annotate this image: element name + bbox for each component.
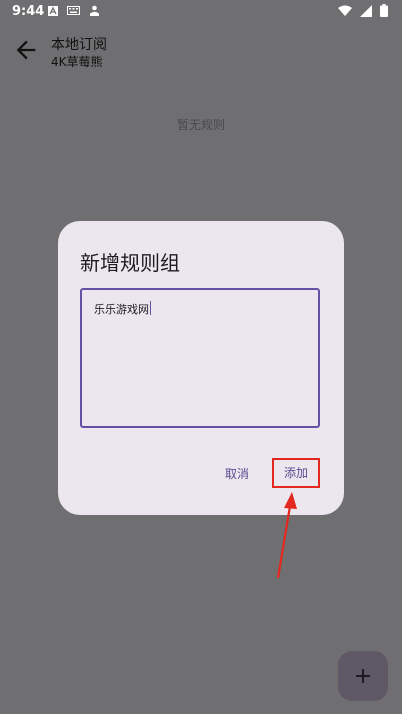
a-icon [48,5,58,16]
page-subtitle: 4K草莓熊 [51,55,103,69]
app-bar: 本地订阅 4K草莓熊 [0,28,402,78]
person-icon [90,5,99,16]
add-rule-group-dialog: 新增规则组 乐乐游戏网 取消 添加 [58,221,344,515]
signal-icon [360,4,372,17]
status-bar: 9:44 [0,0,402,24]
page-title: 本地订阅 [51,37,107,53]
empty-state-text: 暂无规则 [176,118,225,132]
wifi-icon [338,5,352,16]
annotation-arrow [276,492,297,579]
dialog-title: 新增规则组 [80,251,180,275]
add-button[interactable]: 添加 [272,458,320,488]
status-icons-left [48,5,100,16]
battery-icon [380,4,388,17]
add-fab[interactable] [338,651,388,701]
rule-group-name-input[interactable]: 乐乐游戏网 [80,288,320,428]
back-arrow-icon[interactable] [12,36,40,64]
keyboard-icon [67,6,80,15]
cancel-button[interactable]: 取消 [225,465,249,482]
text-caret [150,301,151,315]
status-time: 9:44 [12,4,45,19]
input-value: 乐乐游戏网 [94,303,149,316]
status-icons-right [338,4,388,17]
plus-icon [356,669,370,683]
